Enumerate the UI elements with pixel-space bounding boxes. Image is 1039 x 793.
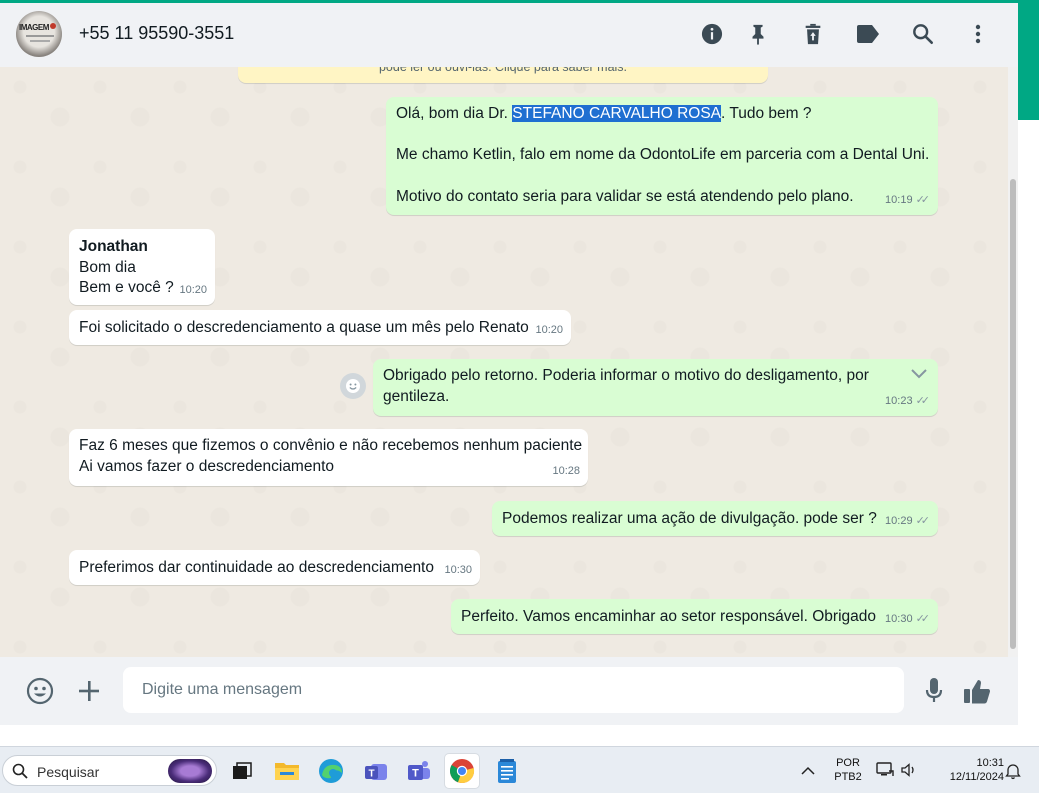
chevron-up-icon[interactable] [801,763,815,781]
message-meta: 10:29 ✓✓ [885,511,930,532]
message-meta: 10:23 ✓✓ [885,391,930,412]
message-meta: 10:20 [179,280,207,301]
keyboard-layout: PTB2 [834,771,862,783]
message-time: 10:30 [444,564,472,576]
message-time: 10:19 [885,194,913,206]
windows-taskbar: Pesquisar T T POR PTB2 10:31 12/11/2024 [0,746,1039,793]
search-icon [12,763,28,784]
message-text: Olá, bom dia Dr. STEFANO CARVALHO ROSA. … [396,103,812,124]
message-text: Podemos realizar uma ação de divulgação.… [502,510,877,527]
contact-name[interactable]: +55 11 95590-3551 [79,23,234,44]
read-ticks-icon: ✓✓ [915,194,931,206]
taskbar-search-label: Pesquisar [37,764,100,780]
avatar-logo-dot [50,23,56,29]
encryption-notice[interactable]: pode ler ou ouvi-las. Clique para saber … [238,67,768,83]
message-time: 10:29 [885,515,913,527]
selected-text: STEFANO CARVALHO ROSA [512,105,722,122]
emoji-reaction-icon[interactable] [340,373,366,399]
teams-icon[interactable]: T [402,754,436,788]
message-time: 10:30 [885,613,913,625]
message-text: Me chamo Ketlin, falo em nome da OdontoL… [396,146,930,163]
pin-icon[interactable] [745,21,771,47]
chat-header: IMAGEM +55 11 95590-3551 [0,3,1018,67]
svg-text:T: T [368,769,374,780]
svg-text:T: T [412,768,419,780]
message-bubble-outgoing[interactable]: Olá, bom dia Dr. STEFANO CARVALHO ROSA. … [386,97,938,215]
background-accent-strip [1018,0,1039,120]
avatar-logo-line [30,40,50,42]
clock-date: 12/11/2024 [949,771,1004,783]
message-text: Perfeito. Vamos encaminhar ao setor resp… [461,608,876,625]
message-time: 10:28 [552,465,580,477]
read-ticks-icon: ✓✓ [915,395,931,407]
message-text: gentileza. [383,388,450,405]
compose-bar [0,657,1018,725]
input-language-indicator[interactable]: POR PTB2 [833,756,863,784]
label-icon[interactable] [855,21,881,47]
scrollbar-thumb[interactable] [1010,179,1016,649]
search-icon[interactable] [910,21,936,47]
message-meta: 10:28 [552,461,580,482]
message-list[interactable]: pode ler ou ouvi-las. Clique para saber … [0,67,1018,657]
message-bubble-outgoing[interactable]: Obrigado pelo retorno. Poderia informar … [373,359,938,416]
window-bottom-margin [0,725,1018,746]
message-text: Preferimos dar continuidade ao descreden… [79,559,434,576]
teams-classic-icon[interactable]: T [359,754,393,788]
microphone-icon[interactable] [919,676,949,706]
message-bubble-incoming[interactable]: Jonathan Bom dia Bem e você ? 10:20 [69,229,215,305]
system-clock[interactable]: 10:31 12/11/2024 [928,756,1004,784]
network-icon[interactable] [876,761,894,784]
message-text: Motivo do contato seria para validar se … [396,188,854,205]
read-ticks-icon: ✓✓ [915,613,931,625]
contact-avatar[interactable]: IMAGEM [16,11,62,57]
edge-browser-icon[interactable] [314,754,348,788]
message-bubble-incoming[interactable]: Foi solicitado o descredenciamento a qua… [69,310,571,345]
language-code: POR [836,757,860,769]
whatsapp-window: IMAGEM +55 11 95590-3551 pode ler ou ouv… [0,0,1018,746]
delete-icon[interactable] [800,21,826,47]
message-time: 10:20 [179,284,207,296]
chevron-down-icon[interactable] [910,365,928,386]
message-text: Ai vamos fazer o descredenciamento [79,458,335,475]
message-text: Bom dia [79,259,136,276]
message-meta: 10:20 [535,320,563,341]
message-bubble-outgoing[interactable]: Podemos realizar uma ação de divulgação.… [492,501,938,536]
message-text-segment: . Tudo bem ? [721,105,812,122]
message-text: Faz 6 meses que fizemos o convênio e não… [79,437,583,454]
message-time: 10:20 [535,324,563,336]
message-input[interactable] [123,667,904,713]
search-highlight-image [168,759,212,783]
read-ticks-icon: ✓✓ [915,515,931,527]
clock-time: 10:31 [976,757,1004,769]
message-bubble-outgoing[interactable]: Perfeito. Vamos encaminhar ao setor resp… [451,599,938,634]
info-icon[interactable] [699,21,725,47]
emoji-icon[interactable] [25,676,55,706]
notification-bell-icon[interactable] [1005,762,1021,785]
background-area [1018,120,1039,746]
message-meta: 10:30 ✓✓ [885,609,930,630]
message-bubble-incoming[interactable]: Faz 6 meses que fizemos o convênio e não… [69,429,588,486]
message-text: Foi solicitado o descredenciamento a qua… [79,319,529,336]
more-options-icon[interactable] [965,21,991,47]
avatar-logo-text: IMAGEM [19,23,49,32]
message-text: Bem e você ? [79,279,174,296]
task-view-icon[interactable] [225,754,259,788]
message-time: 10:23 [885,395,913,407]
message-meta: 10:30 [444,560,472,581]
notepad-icon[interactable] [490,754,524,788]
thumbs-up-icon[interactable] [962,676,992,706]
message-text: Obrigado pelo retorno. Poderia informar … [383,367,869,384]
volume-icon[interactable] [900,761,918,784]
message-meta: 10:19 ✓✓ [885,190,930,211]
avatar-logo-line [26,35,54,37]
message-sender[interactable]: Jonathan [79,236,148,257]
file-explorer-icon[interactable] [270,754,304,788]
taskbar-search-box[interactable]: Pesquisar [2,755,217,786]
message-bubble-incoming[interactable]: Preferimos dar continuidade ao descreden… [69,550,480,585]
chrome-icon[interactable] [445,754,479,788]
message-text-segment: Olá, bom dia Dr. [396,105,513,122]
attach-plus-icon[interactable] [74,676,104,706]
